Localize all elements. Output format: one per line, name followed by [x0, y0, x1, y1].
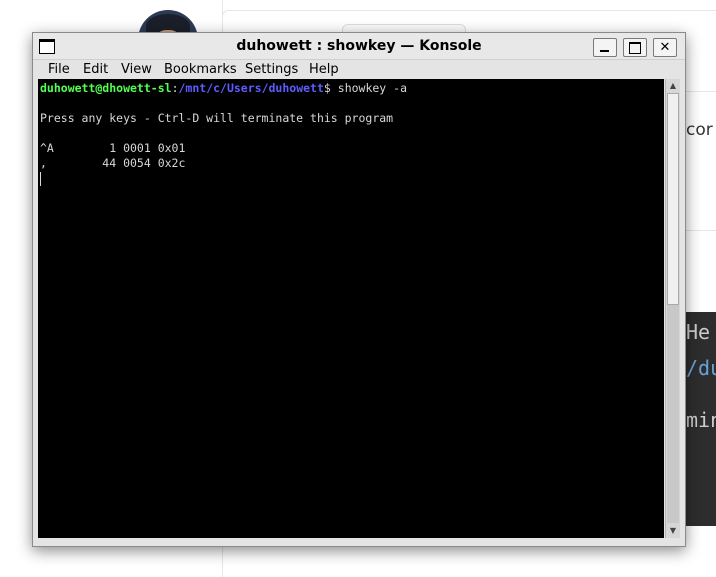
prompt-separator: :: [171, 81, 179, 95]
prompt-line: duhowett@dhowett-sl:/mnt/c/Users/duhowet…: [40, 81, 407, 96]
text-cursor: [40, 172, 41, 186]
prompt-command: showkey -a: [337, 81, 408, 95]
prompt-symbol: $: [323, 81, 338, 95]
menu-view[interactable]: View: [121, 62, 152, 77]
prompt-path: /mnt/c/Users/duhowett: [178, 81, 324, 95]
window-title: duhowett : showkey — Konsole: [236, 38, 482, 54]
code-line: He: [686, 320, 711, 344]
terminal-line: ^A 1 0001 0x01: [40, 141, 186, 155]
terminal-output[interactable]: duhowett@dhowett-sl:/mnt/c/Users/duhowet…: [38, 79, 664, 538]
konsole-window: duhowett : showkey — Konsole ✕ File Edit…: [32, 32, 686, 547]
scroll-up-arrow-icon[interactable]: ▲: [668, 81, 678, 91]
page-text-fragment: cor: [686, 120, 713, 140]
page-divider: [686, 230, 716, 231]
minimize-icon: [600, 50, 609, 52]
menu-settings[interactable]: Settings: [245, 62, 298, 77]
menu-help[interactable]: Help: [309, 62, 339, 77]
terminal-line: Press any keys - Ctrl-D will terminate t…: [40, 111, 394, 125]
menu-bar: File Edit View Bookmarks Settings Help: [33, 60, 685, 80]
code-line: /du: [686, 356, 716, 380]
minimize-button[interactable]: [593, 38, 617, 57]
maximize-icon: [629, 42, 641, 54]
close-button[interactable]: ✕: [653, 38, 677, 57]
terminal-scrollbar[interactable]: ▲ ▼: [665, 79, 680, 538]
scroll-down-arrow-icon[interactable]: ▼: [668, 526, 678, 536]
maximize-button[interactable]: [623, 38, 647, 57]
title-bar[interactable]: duhowett : showkey — Konsole ✕: [33, 33, 685, 60]
menu-edit[interactable]: Edit: [83, 62, 108, 77]
menu-file[interactable]: File: [48, 62, 70, 77]
close-icon: ✕: [659, 40, 671, 55]
menu-bookmarks[interactable]: Bookmarks: [164, 62, 237, 77]
terminal-line: , 44 0054 0x2c: [40, 156, 186, 170]
prompt-user: duhowett@dhowett-sl: [40, 81, 172, 95]
code-line: min: [686, 408, 716, 432]
scrollbar-thumb[interactable]: [667, 93, 679, 305]
